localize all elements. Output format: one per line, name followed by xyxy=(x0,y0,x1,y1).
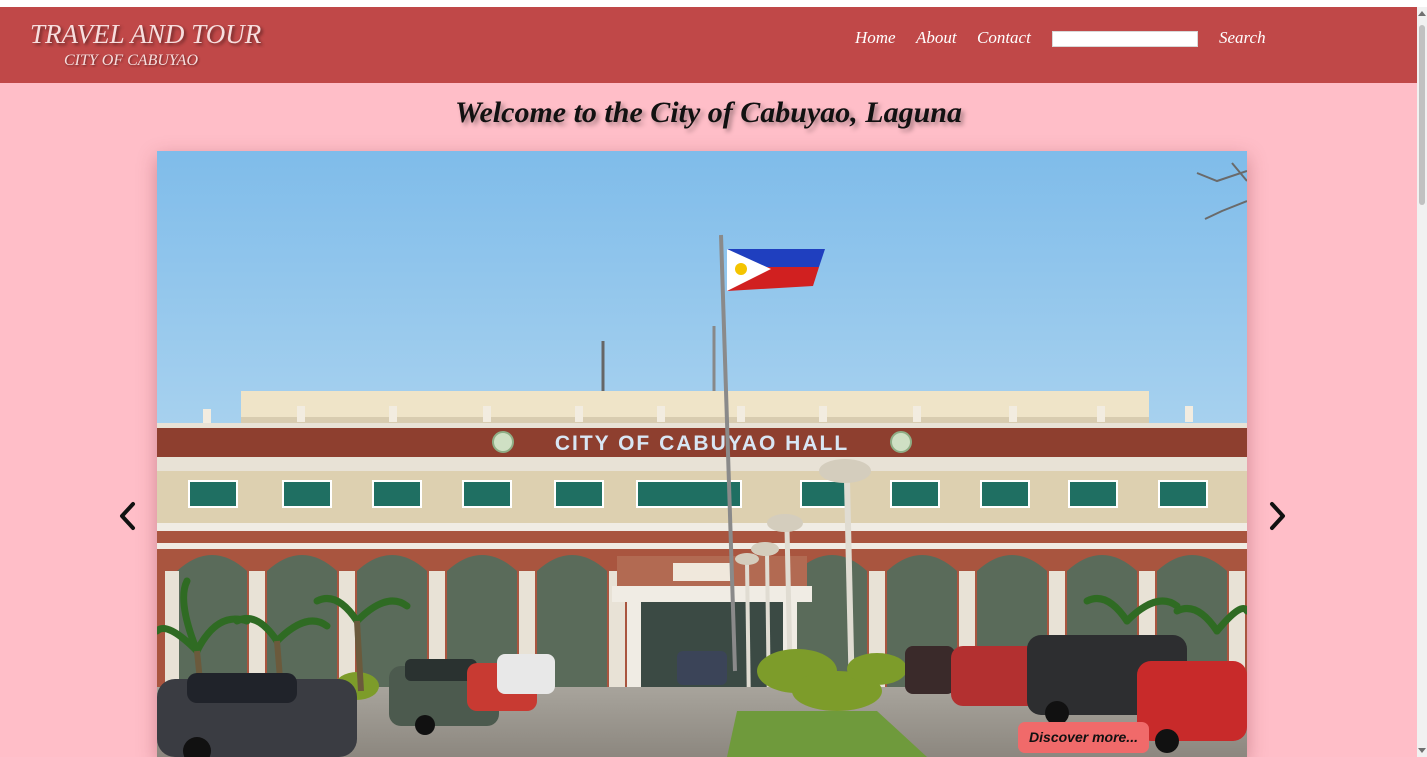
city-hall-photo: CITY OF CABUYAO HALL xyxy=(157,151,1247,757)
scroll-up-icon[interactable] xyxy=(1418,11,1426,16)
brand-subtitle: CITY OF CABUYAO xyxy=(64,52,199,69)
hall-sign-text: CITY OF CABUYAO HALL xyxy=(555,432,849,455)
nav-about-link[interactable]: About xyxy=(916,28,957,48)
slideshow-next-button[interactable] xyxy=(1263,496,1293,536)
scroll-down-icon[interactable] xyxy=(1418,748,1426,753)
scroll-thumb[interactable] xyxy=(1419,25,1425,205)
brand-title[interactable]: TRAVEL AND TOUR xyxy=(30,19,261,50)
top-strip xyxy=(0,0,1427,7)
chevron-right-icon xyxy=(1270,502,1285,530)
search-input[interactable] xyxy=(1052,31,1198,47)
nav-contact-link[interactable]: Contact xyxy=(977,28,1031,48)
discover-more-button[interactable]: Discover more... xyxy=(1018,722,1149,753)
slideshow-image: CITY OF CABUYAO HALL Discover more... xyxy=(157,151,1247,757)
chevron-left-icon xyxy=(120,502,135,530)
welcome-title: Welcome to the City of Cabuyao, Laguna xyxy=(455,96,962,129)
nav-home-link[interactable]: Home xyxy=(855,28,896,48)
site-header: TRAVEL AND TOUR CITY OF CABUYAO Home Abo… xyxy=(0,7,1417,83)
slideshow-prev-button[interactable] xyxy=(114,496,144,536)
page-scrollbar[interactable] xyxy=(1417,7,1427,757)
search-button[interactable]: Search xyxy=(1219,28,1266,48)
